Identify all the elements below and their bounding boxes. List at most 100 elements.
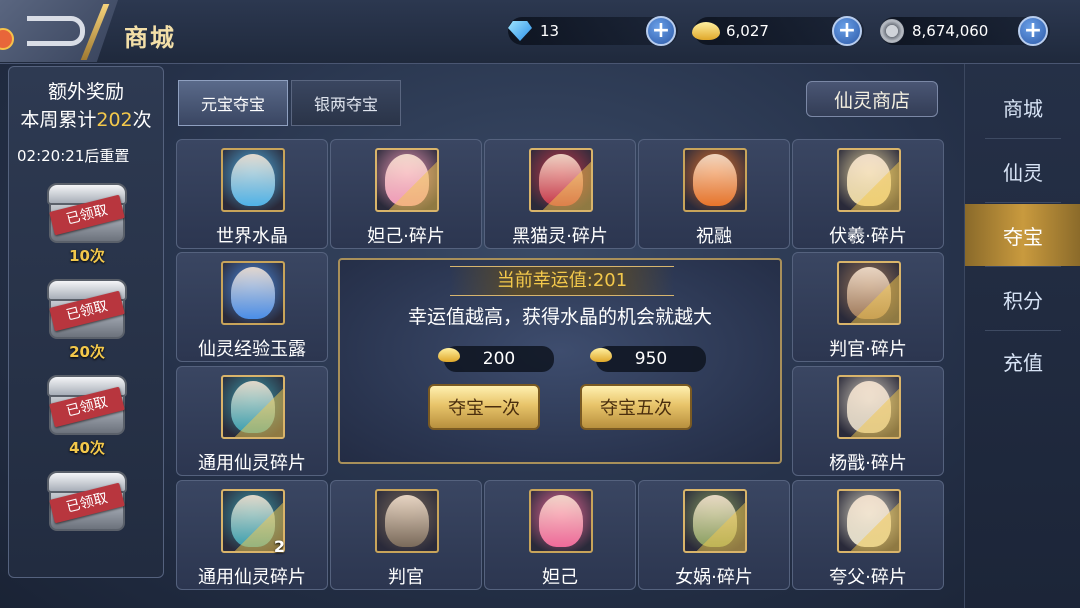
reward-chest-20[interactable]: 已领取 20次: [37, 279, 137, 369]
reward-count: 10次: [69, 247, 105, 265]
crystal-icon: [221, 148, 285, 212]
nav-points[interactable]: 积分: [965, 268, 1080, 330]
nav-divider: [985, 266, 1061, 267]
item-art: [847, 267, 891, 319]
item-name: 通用仙灵碎片: [198, 567, 306, 588]
grid-item[interactable]: 妲己·碎片: [330, 139, 482, 249]
add-diamond-button[interactable]: +: [646, 16, 676, 46]
reward-chest-4[interactable]: 已领取: [37, 471, 137, 561]
grid-item[interactable]: 伏羲·碎片: [792, 139, 944, 249]
luck-value: 当前幸运值:201: [450, 266, 674, 296]
item-name: 黑猫灵·碎片: [512, 226, 608, 247]
right-nav: 商城 仙灵 夺宝 积分 充值: [964, 64, 1080, 608]
item-name: 伏羲·碎片: [829, 226, 907, 247]
item-art: [847, 154, 891, 206]
item-art: [231, 381, 275, 433]
grid-item[interactable]: 2 通用仙灵碎片: [176, 480, 328, 590]
extra-reward-title: 额外奖励: [47, 81, 124, 103]
grid-item[interactable]: 通用仙灵碎片: [176, 366, 328, 476]
item-art: [847, 381, 891, 433]
judge-portrait-icon: [375, 489, 439, 553]
grid-item[interactable]: 杨戬·碎片: [792, 366, 944, 476]
item-art: [539, 154, 583, 206]
kuafu-portrait-icon: [837, 489, 901, 553]
potion-icon: [221, 261, 285, 325]
add-silver-button[interactable]: +: [1018, 16, 1048, 46]
nav-divider: [985, 138, 1061, 139]
diamond-icon: [504, 15, 536, 47]
tab-ingot-treasure[interactable]: 元宝夺宝: [178, 80, 288, 126]
weekly-count-text: 本周累计202次: [9, 105, 163, 132]
weekly-suffix: 次: [132, 109, 152, 131]
black-cat-portrait-icon: [529, 148, 593, 212]
weekly-prefix: 本周累计: [20, 109, 97, 131]
nav-treasure[interactable]: 夺宝: [965, 204, 1080, 266]
page-title: 商城: [124, 24, 176, 52]
luck-description: 幸运值越高，获得水晶的机会就越大: [407, 306, 712, 328]
reward-count: 40次: [69, 439, 105, 457]
item-name: 世界水晶: [216, 226, 288, 247]
item-art: [539, 495, 583, 547]
grid-item[interactable]: 女娲·碎片: [638, 480, 790, 590]
item-quantity: 2: [273, 537, 285, 556]
nav-spirit[interactable]: 仙灵: [965, 140, 1080, 202]
item-name: 祝融: [696, 226, 732, 247]
item-art: [693, 154, 737, 206]
daji-portrait-icon: [375, 148, 439, 212]
add-ingot-button[interactable]: +: [832, 16, 862, 46]
item-art: [231, 495, 275, 547]
item-name: 女娲·碎片: [675, 567, 753, 588]
single-cost-value: 200: [482, 349, 516, 369]
grid-item[interactable]: 判官: [330, 480, 482, 590]
judge-portrait-icon: [837, 261, 901, 325]
item-name: 通用仙灵碎片: [198, 453, 306, 474]
item-art: [385, 495, 429, 547]
weekly-count: 202: [96, 109, 133, 131]
back-arrow-icon: [27, 16, 85, 46]
item-name: 杨戬·碎片: [829, 453, 907, 474]
top-bar: 商城 13 + 6,027 + 8,674,060 +: [0, 0, 1080, 64]
grid-item[interactable]: 世界水晶: [176, 139, 328, 249]
five-cost-value: 950: [634, 349, 668, 369]
spirit-shop-button[interactable]: 仙灵商店: [806, 81, 938, 117]
tab-silver-treasure[interactable]: 银两夺宝: [291, 80, 401, 126]
grid-item[interactable]: 仙灵经验玉露: [176, 252, 328, 362]
reward-chest-10[interactable]: 已领取 10次: [37, 183, 137, 273]
silver-coin-icon: [876, 15, 908, 47]
item-name: 夸父·碎片: [829, 567, 907, 588]
item-name: 判官: [388, 567, 424, 588]
grid-item[interactable]: 判官·碎片: [792, 252, 944, 362]
spirit-fragment-icon: [221, 375, 285, 439]
item-name: 判官·碎片: [829, 339, 907, 360]
draw-five-button[interactable]: 夺宝五次: [580, 384, 692, 430]
nav-divider: [985, 202, 1061, 203]
item-name: 妲己: [542, 567, 578, 588]
grid-item[interactable]: 祝融: [638, 139, 790, 249]
item-name: 妲己·碎片: [367, 226, 445, 247]
nav-recharge[interactable]: 充值: [965, 330, 1080, 392]
fuxi-portrait-icon: [837, 148, 901, 212]
reward-chest-40[interactable]: 已领取 40次: [37, 375, 137, 465]
grid-item[interactable]: 妲己: [484, 480, 636, 590]
item-art: [231, 267, 275, 319]
reset-timer: 02:20:21后重置: [17, 147, 130, 165]
zhurong-portrait-icon: [683, 148, 747, 212]
extra-reward-panel: 额外奖励 本周累计202次 02:20:21后重置 已领取 10次 已领取 20…: [8, 66, 164, 578]
luck-panel: 当前幸运值:201 幸运值越高，获得水晶的机会就越大 200 950 夺宝一次 …: [338, 258, 782, 464]
yangjian-portrait-icon: [837, 375, 901, 439]
silver-value: 8,674,060: [912, 22, 989, 40]
nuwa-portrait-icon: [683, 489, 747, 553]
diamond-value: 13: [540, 22, 560, 40]
grid-item[interactable]: 黑猫灵·碎片: [484, 139, 636, 249]
five-cost: 950: [590, 346, 706, 372]
single-cost: 200: [438, 346, 554, 372]
gold-ingot-icon: [690, 15, 722, 47]
item-name: 仙灵经验玉露: [198, 339, 306, 360]
reward-count: 20次: [69, 343, 105, 361]
daji-portrait-icon: [529, 489, 593, 553]
draw-once-button[interactable]: 夺宝一次: [428, 384, 540, 430]
item-art: [693, 495, 737, 547]
nav-shop[interactable]: 商城: [965, 76, 1080, 138]
grid-item[interactable]: 夸父·碎片: [792, 480, 944, 590]
item-art: [385, 154, 429, 206]
